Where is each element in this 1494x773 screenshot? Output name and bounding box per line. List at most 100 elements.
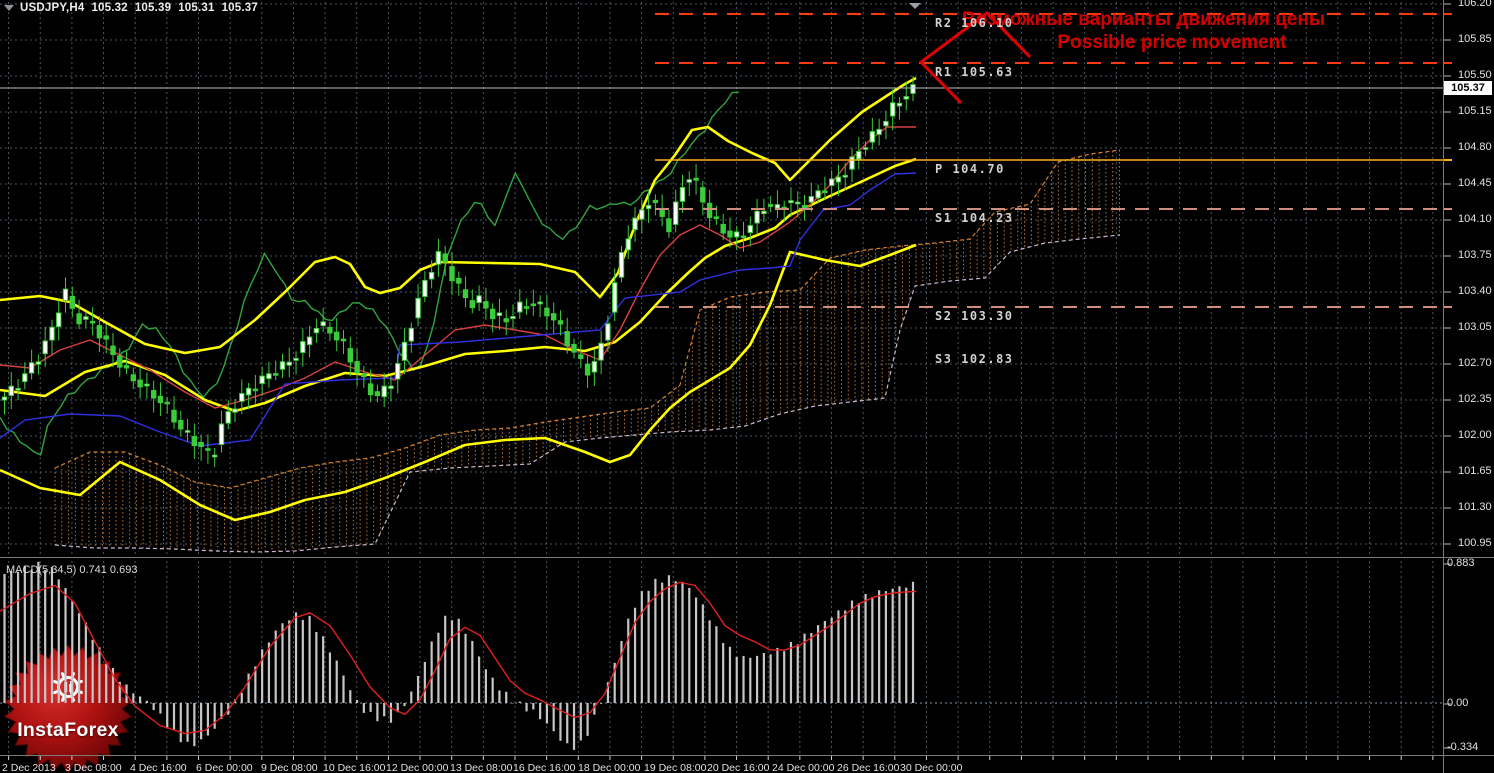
candle	[904, 97, 908, 99]
price-scale-tick[interactable]: 103.40	[1458, 285, 1492, 297]
candle	[592, 362, 596, 372]
candle	[863, 148, 867, 150]
candle	[423, 280, 427, 296]
candle	[701, 188, 705, 202]
current-price-badge: 105.37	[1444, 82, 1492, 94]
macd-scale-tick: 0.00	[1447, 697, 1468, 709]
price-scale-tick[interactable]: 106.20	[1458, 0, 1492, 9]
time-axis-label[interactable]: 24 Dec 00:00	[772, 762, 834, 773]
pivot-label-s1: S1 104.23	[935, 211, 1014, 225]
candle	[192, 437, 196, 446]
price-scale-tick[interactable]: 103.05	[1458, 321, 1492, 333]
price-scale-tick[interactable]: 103.75	[1458, 249, 1492, 261]
candle	[124, 366, 128, 368]
candle	[57, 313, 61, 327]
candle	[857, 152, 861, 160]
time-axis-label[interactable]: 18 Dec 00:00	[578, 762, 640, 773]
pivot-label-r2: R2 106.10	[935, 16, 1014, 30]
candle	[870, 132, 874, 143]
price-scale-tick[interactable]: 105.15	[1458, 105, 1492, 117]
candle	[775, 205, 779, 209]
time-axis-label[interactable]: 10 Dec 16:00	[323, 762, 385, 773]
time-axis-label[interactable]: 6 Dec 00:00	[196, 762, 253, 773]
candle	[355, 362, 359, 373]
candle	[409, 328, 413, 341]
time-axis-label[interactable]: 26 Dec 16:00	[837, 762, 899, 773]
price-scale-tick[interactable]: 100.95	[1458, 537, 1492, 549]
price-scale-tick[interactable]: 104.80	[1458, 141, 1492, 153]
price-scale-tick[interactable]: 104.10	[1458, 213, 1492, 225]
candle	[558, 321, 562, 324]
candle	[545, 308, 549, 316]
candle	[314, 329, 318, 333]
candle	[735, 232, 739, 237]
time-axis-label[interactable]: 3 Dec 08:00	[65, 762, 122, 773]
pivot-label-s2: S2 103.30	[935, 309, 1014, 323]
candle	[280, 362, 284, 370]
time-axis-label[interactable]: 4 Dec 16:00	[130, 762, 187, 773]
candle	[402, 342, 406, 360]
ohlc-low: 105.31	[178, 2, 214, 14]
candle	[335, 332, 339, 340]
time-axis-label[interactable]: 9 Dec 08:00	[261, 762, 318, 773]
candle	[511, 317, 515, 319]
chart-canvas[interactable]	[0, 0, 1494, 773]
candle	[694, 178, 698, 180]
macd-scale-tick: -0.334	[1447, 741, 1478, 753]
candle	[572, 344, 576, 352]
candle	[850, 157, 854, 169]
candle	[531, 304, 535, 306]
time-axis-label[interactable]: 16 Dec 16:00	[513, 762, 575, 773]
time-axis-label[interactable]: 20 Dec 16:00	[707, 762, 769, 773]
candle	[728, 231, 732, 237]
candle	[274, 374, 278, 376]
time-axis-label[interactable]: 13 Dec 08:00	[450, 762, 512, 773]
candle	[206, 449, 210, 451]
price-scale-tick[interactable]: 101.30	[1458, 501, 1492, 513]
price-scale-tick[interactable]: 102.35	[1458, 393, 1492, 405]
time-axis-label[interactable]: 12 Dec 00:00	[386, 762, 448, 773]
candle	[714, 217, 718, 219]
candle	[321, 322, 325, 326]
price-scale-tick[interactable]: 105.85	[1458, 33, 1492, 45]
macd-indicator-label: MACD(5,34,5) 0.741 0.693	[6, 564, 137, 576]
price-scale-tick[interactable]: 102.70	[1458, 357, 1492, 369]
candle	[29, 363, 33, 373]
time-axis-label[interactable]: 2 Dec 2013	[2, 762, 56, 773]
candle	[477, 296, 481, 303]
price-scale-tick[interactable]: 104.45	[1458, 177, 1492, 189]
candle	[138, 380, 142, 387]
candle	[667, 219, 671, 232]
candle	[748, 226, 752, 233]
candle	[741, 236, 745, 238]
candle	[233, 409, 237, 412]
macd-scale-tick: 0.883	[1447, 557, 1475, 569]
candle	[179, 421, 183, 430]
chevron-down-icon[interactable]	[4, 5, 14, 11]
candle	[633, 218, 637, 230]
price-scale-tick[interactable]: 101.65	[1458, 465, 1492, 477]
price-scale-tick[interactable]: 105.50	[1458, 69, 1492, 81]
candle	[362, 374, 366, 377]
candle	[646, 205, 650, 208]
time-axis-label[interactable]: 19 Dec 08:00	[644, 762, 706, 773]
candle	[457, 278, 461, 283]
candle	[680, 188, 684, 202]
candle	[884, 122, 888, 126]
candle	[626, 239, 630, 250]
candle	[145, 384, 149, 386]
time-axis-label[interactable]: 30 Dec 00:00	[900, 762, 962, 773]
candle	[253, 389, 257, 391]
candle	[131, 375, 135, 381]
candle	[755, 211, 759, 223]
candle	[63, 289, 67, 301]
candle	[524, 307, 528, 309]
pivot-label-r1: R1 105.63	[935, 65, 1014, 79]
candle	[294, 358, 298, 360]
candle	[396, 364, 400, 379]
price-scale-tick[interactable]: 102.00	[1458, 429, 1492, 441]
annotation-text-en: Possible price movement	[1002, 32, 1342, 54]
ohlc-open: 105.32	[91, 2, 127, 14]
candle	[707, 203, 711, 217]
candle	[104, 336, 108, 339]
